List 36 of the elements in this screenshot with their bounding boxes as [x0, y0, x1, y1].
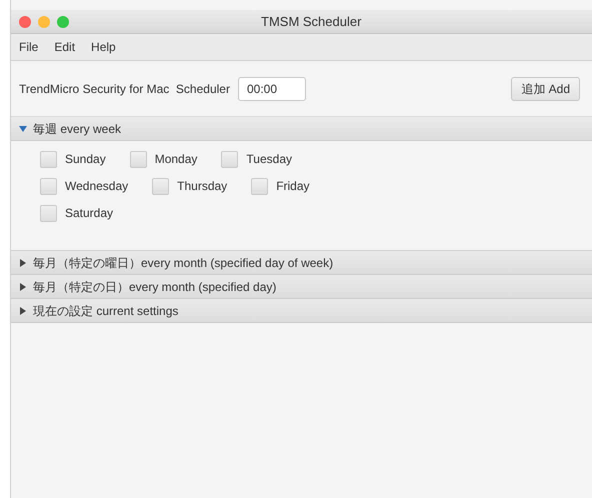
day-checkbox[interactable]	[221, 150, 238, 168]
close-button[interactable]	[19, 16, 31, 28]
zoom-button[interactable]	[57, 16, 69, 28]
menu-item[interactable]: File	[19, 38, 38, 56]
section-header[interactable]: 現在の設定 current settings	[11, 299, 592, 323]
section-header[interactable]: 毎月（特定の日）every month (specified day)	[11, 275, 592, 299]
scheduler-label: TrendMicro Security for Mac Scheduler	[19, 80, 230, 98]
expanded-arrow-icon	[19, 124, 27, 132]
day-label: Monday	[154, 151, 198, 168]
collapsed-arrow-icon	[19, 282, 27, 290]
section-header[interactable]: 毎週 every week	[11, 117, 592, 141]
menu-item[interactable]: Help	[91, 38, 116, 56]
day-label: Friday	[276, 178, 310, 195]
window-title: TMSM Scheduler	[261, 12, 362, 31]
time-field[interactable]: 00:00	[238, 76, 306, 100]
day-checkbox[interactable]	[40, 150, 57, 168]
section-title: 現在の設定 current settings	[33, 302, 178, 320]
day-checkbox[interactable]	[40, 178, 57, 194]
day-checkbox[interactable]	[251, 178, 268, 194]
section-header[interactable]: 毎月（特定の曜日）every month (specified day of week)	[11, 251, 592, 275]
minimize-button[interactable]	[38, 16, 50, 28]
day-label: Tuesday	[246, 151, 292, 168]
day-label: Thursday	[177, 178, 228, 195]
day-checkbox[interactable]	[152, 178, 170, 194]
section-title: 毎月（特定の曜日）every month (specified day of week)	[33, 254, 334, 272]
section-title: 毎月（特定の日）every month (specified day)	[33, 278, 276, 296]
day-label: Sunday	[65, 151, 106, 168]
section-title: 毎週 every week	[33, 120, 122, 138]
day-checkbox[interactable]	[40, 204, 57, 222]
collapsed-arrow-icon	[19, 258, 27, 266]
add-button[interactable]: 追加 Add	[511, 76, 580, 100]
day-label: Wednesday	[65, 178, 128, 195]
collapsed-arrow-icon	[19, 306, 27, 314]
day-label: Saturday	[65, 205, 114, 222]
day-checkbox[interactable]	[130, 150, 147, 168]
menu-item[interactable]: Edit	[54, 38, 76, 56]
